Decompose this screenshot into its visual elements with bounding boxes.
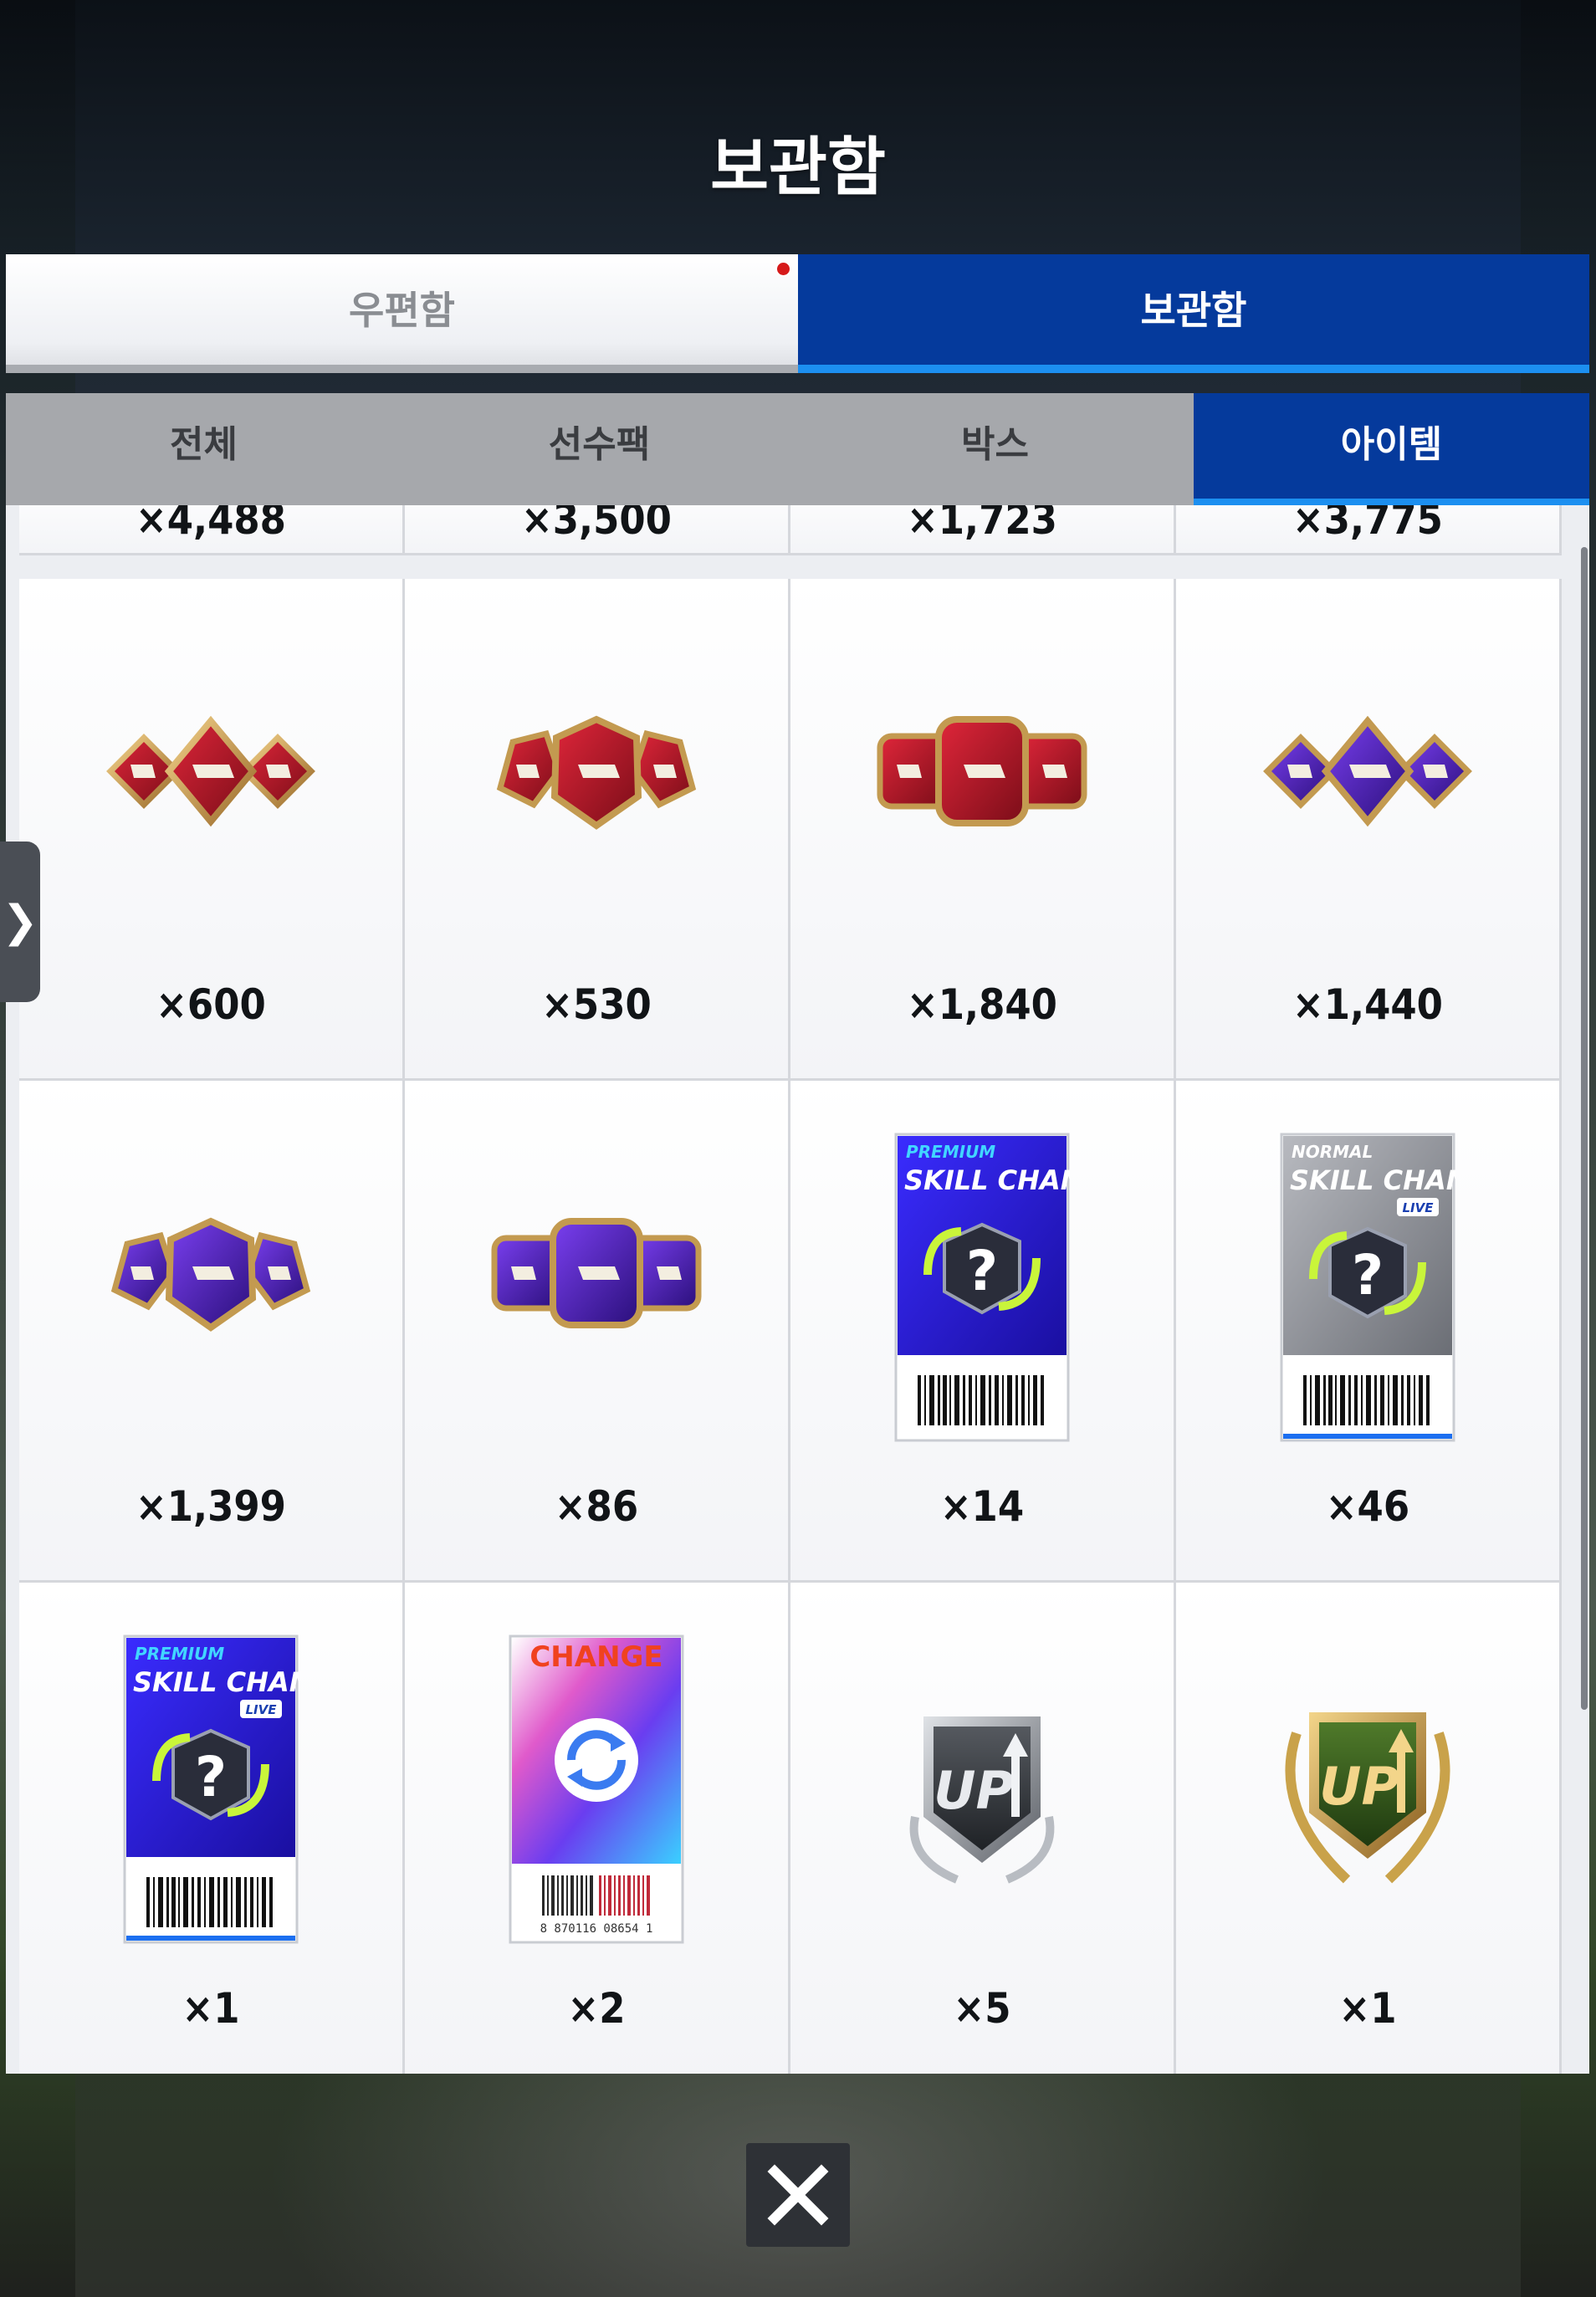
purple-gem-trio-icon [19,1206,402,1343]
barcode-number: 8 870116 08654 1 [540,1922,653,1936]
purple-gem-trio-icon [1176,704,1559,842]
red-gem-trio-icon [19,704,402,842]
premium-skill-change-live-ticket-icon: PREMIUM SKILL CHANGE LIVE ? [19,1635,402,1947]
ticket-tier: PREMIUM [906,1142,995,1162]
main-tab-bar: 우편함 보관함 [6,254,1589,373]
red-gem-trio-icon [405,704,788,842]
item-count: ×1,840 [907,980,1057,1029]
purple-gem-trio-square-icon [405,1206,788,1343]
item-count: ×1,399 [136,1482,286,1531]
ticket-title: SKILL CHANGE [1290,1164,1455,1196]
ticket-badge: LIVE [1403,1200,1435,1215]
grid-cell[interactable]: UP ×5 [790,1583,1176,2074]
side-panel-toggle[interactable]: ❯ [0,842,40,1002]
item-count: ×3,500 [521,505,672,544]
grid-cell[interactable]: ×86 [405,1081,790,1583]
item-count: ×530 [541,980,652,1029]
item-grid[interactable]: ×4,488 ×3,500 ×1,723 ×3,775 ×600 ×530 ×1… [6,505,1589,2074]
grid-cell[interactable]: CHANGE 8 870116 08654 1 ×2 [405,1583,790,2074]
grid-cell[interactable]: ×600 [19,579,405,1081]
item-count: ×5 [953,1984,1011,2033]
svg-text:?: ? [966,1239,998,1303]
badge-text: UP [1319,1756,1399,1817]
item-count: ×1 [1338,1984,1397,2033]
tab-mailbox[interactable]: 우편함 [6,254,798,373]
grid-cell[interactable]: ×1,440 [1176,579,1562,1081]
silver-up-badge-icon: UP [790,1691,1174,1895]
grid-cell[interactable]: PREMIUM SKILL CHANGE LIVE ? [19,1583,405,2074]
tab-box[interactable]: 박스 [797,393,1193,505]
item-count: ×3,775 [1292,505,1443,544]
item-count: ×1,723 [907,505,1057,544]
grid-cell[interactable]: UP ×1 [1176,1583,1562,2074]
scrollbar[interactable] [1581,547,1588,1710]
page-title: 보관함 [710,130,886,204]
item-count: ×86 [554,1482,639,1531]
grid-cell[interactable]: ×3,775 [1176,505,1562,555]
ticket-title: SKILL CHANGE [904,1164,1070,1196]
ticket-tier: PREMIUM [135,1644,224,1664]
grid-cell[interactable]: ×530 [405,579,790,1081]
premium-skill-change-ticket-icon: PREMIUM SKILL CHANGE ? [790,1133,1174,1445]
grid-cell[interactable]: ×1,399 [19,1081,405,1583]
item-count: ×2 [567,1984,626,2033]
item-count: ×46 [1325,1482,1410,1531]
close-icon [767,2164,829,2226]
normal-skill-change-ticket-icon: NORMAL SKILL CHANGE LIVE ? [1176,1133,1559,1445]
gold-up-badge-icon: UP [1176,1683,1559,1895]
tab-item[interactable]: 아이템 [1194,393,1589,505]
notification-dot [775,261,791,277]
item-count: ×4,488 [136,505,286,544]
grid-cell[interactable]: ×4,488 [19,505,405,555]
item-count: ×1,440 [1292,980,1443,1029]
badge-text: UP [934,1760,1014,1821]
tab-all[interactable]: 전체 [6,393,402,505]
grid-cell[interactable]: PREMIUM SKILL CHANGE ? ×14 [790,1081,1176,1583]
item-count: ×600 [156,980,266,1029]
close-button[interactable] [746,2143,850,2247]
ticket-badge: LIVE [246,1702,278,1717]
ticket-tier: NORMAL [1292,1142,1373,1162]
tab-storage[interactable]: 보관함 [798,254,1589,373]
svg-text:?: ? [195,1745,227,1809]
tab-player-pack[interactable]: 선수팩 [402,393,797,505]
svg-text:?: ? [1352,1243,1384,1307]
grid-cell[interactable]: ×1,723 [790,505,1176,555]
item-count: ×1 [182,1984,240,2033]
grid-cell[interactable]: ×1,840 [790,579,1176,1081]
card-title: CHANGE [529,1640,662,1674]
ticket-title: SKILL CHANGE [133,1666,299,1698]
grid-cell[interactable]: ×3,500 [405,505,790,555]
grid-cell[interactable]: NORMAL SKILL CHANGE LIVE ? [1176,1081,1562,1583]
red-gem-trio-square-icon [790,704,1174,842]
change-card-icon: CHANGE 8 870116 08654 1 [405,1635,788,1947]
item-count: ×14 [939,1482,1025,1531]
category-tab-bar: 전체 선수팩 박스 아이템 [6,393,1589,505]
